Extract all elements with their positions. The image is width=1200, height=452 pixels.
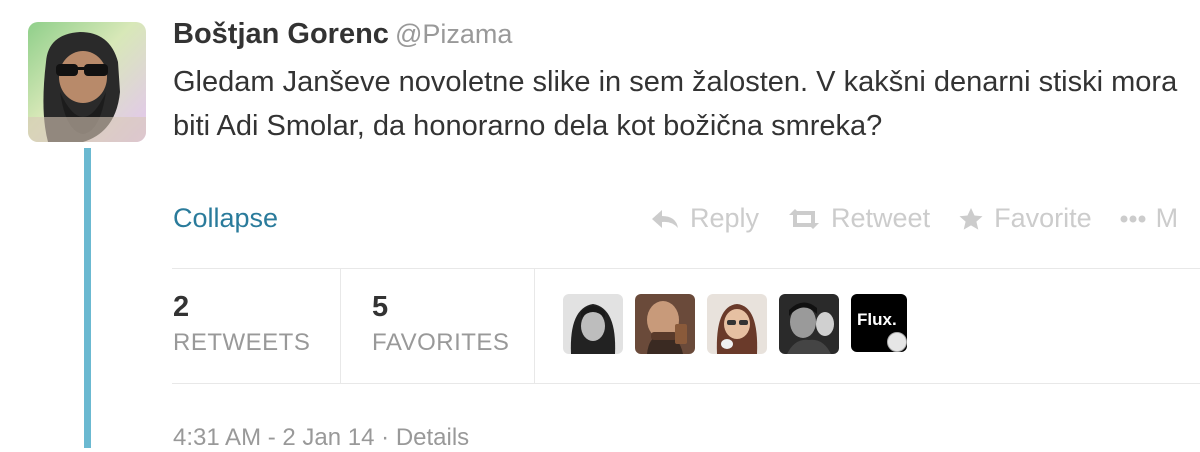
- author-name[interactable]: Boštjan Gorenc: [173, 18, 389, 50]
- favoriter-avatar[interactable]: [779, 294, 839, 354]
- favoriter-avatar[interactable]: [707, 294, 767, 354]
- author-handle[interactable]: @Pizama: [395, 19, 512, 49]
- retweets-stat[interactable]: 2 RETWEETS: [173, 290, 310, 357]
- flux-logo-text: Flux.: [857, 310, 897, 329]
- favoriter-avatar[interactable]: [635, 294, 695, 354]
- retweet-label: Retweet: [831, 203, 931, 233]
- details-link[interactable]: Details: [396, 424, 469, 451]
- favorite-button[interactable]: Favorite: [958, 203, 1092, 234]
- retweets-label: RETWEETS: [173, 329, 311, 356]
- collapse-link[interactable]: Collapse: [173, 203, 278, 234]
- more-label: M: [1155, 203, 1179, 233]
- favorites-label: FAVORITES: [372, 329, 510, 356]
- stats-separator: [534, 268, 535, 383]
- retweet-icon: [789, 208, 820, 229]
- retweet-button[interactable]: Retweet: [787, 203, 930, 234]
- favoriter-avatar-flux[interactable]: Flux.: [851, 294, 907, 352]
- stats-separator: [340, 268, 341, 383]
- meta-separator: ·: [381, 424, 390, 451]
- tweet-text: Gledam Janševe novoletne slike in sem ža…: [173, 66, 1178, 142]
- star-icon: [959, 207, 983, 230]
- more-button[interactable]: M: [1120, 203, 1179, 234]
- tweet-timestamp[interactable]: 4:31 AM - 2 Jan 14: [173, 424, 374, 451]
- more-dots-icon: [1120, 215, 1146, 222]
- tweet-header: Boštjan Gorenc @Pizama: [173, 18, 512, 51]
- favorites-count: 5: [372, 291, 389, 323]
- reply-button[interactable]: Reply: [650, 203, 759, 234]
- favorites-stat[interactable]: 5 FAVORITES: [372, 290, 509, 357]
- conversation-thread-line: [84, 148, 91, 448]
- reply-label: Reply: [690, 203, 760, 233]
- verified-badge-icon: [887, 332, 907, 352]
- favoriter-avatar[interactable]: [563, 294, 623, 354]
- tweet-meta: 4:31 AM - 2 Jan 14 · Details: [173, 424, 469, 452]
- tweet-actions: Reply Retweet Favorite M: [650, 203, 1200, 234]
- retweets-count: 2: [173, 291, 190, 323]
- stats-bottom-divider: [172, 383, 1200, 384]
- favoriters-avatars: Flux.: [563, 294, 919, 354]
- favorite-label: Favorite: [994, 203, 1092, 233]
- reply-icon: [652, 209, 678, 228]
- stats-top-divider: [172, 268, 1200, 269]
- author-avatar[interactable]: [28, 22, 146, 142]
